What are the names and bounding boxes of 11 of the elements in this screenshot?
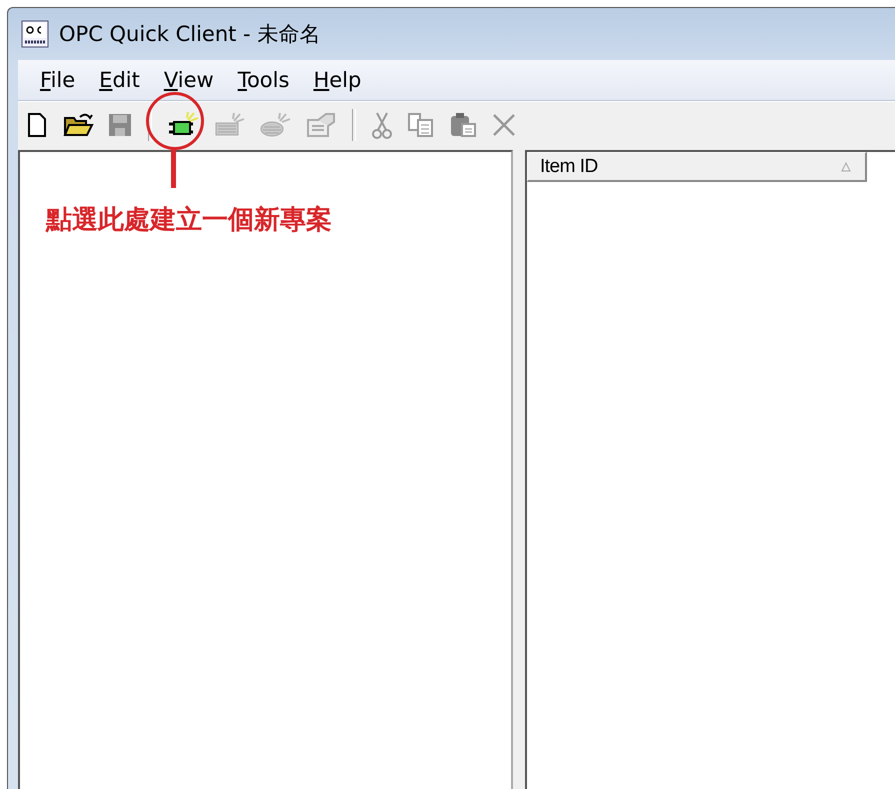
menu-item[interactable]: File xyxy=(28,68,88,92)
annotation-text: 點選此處建立一個新專案 xyxy=(46,204,332,237)
sort-arrow-icon xyxy=(841,162,851,172)
menu-item[interactable]: Edit xyxy=(87,68,152,92)
menu-item[interactable]: Tools xyxy=(226,68,302,92)
menu-item[interactable]: View xyxy=(152,68,226,92)
app-icon xyxy=(21,20,49,48)
folder-icon[interactable] xyxy=(62,111,94,139)
menu-item[interactable]: Help xyxy=(301,68,374,92)
window-title: OPC Quick Client - 未命名 xyxy=(59,21,320,48)
column-header[interactable]: Item ID xyxy=(527,152,867,182)
